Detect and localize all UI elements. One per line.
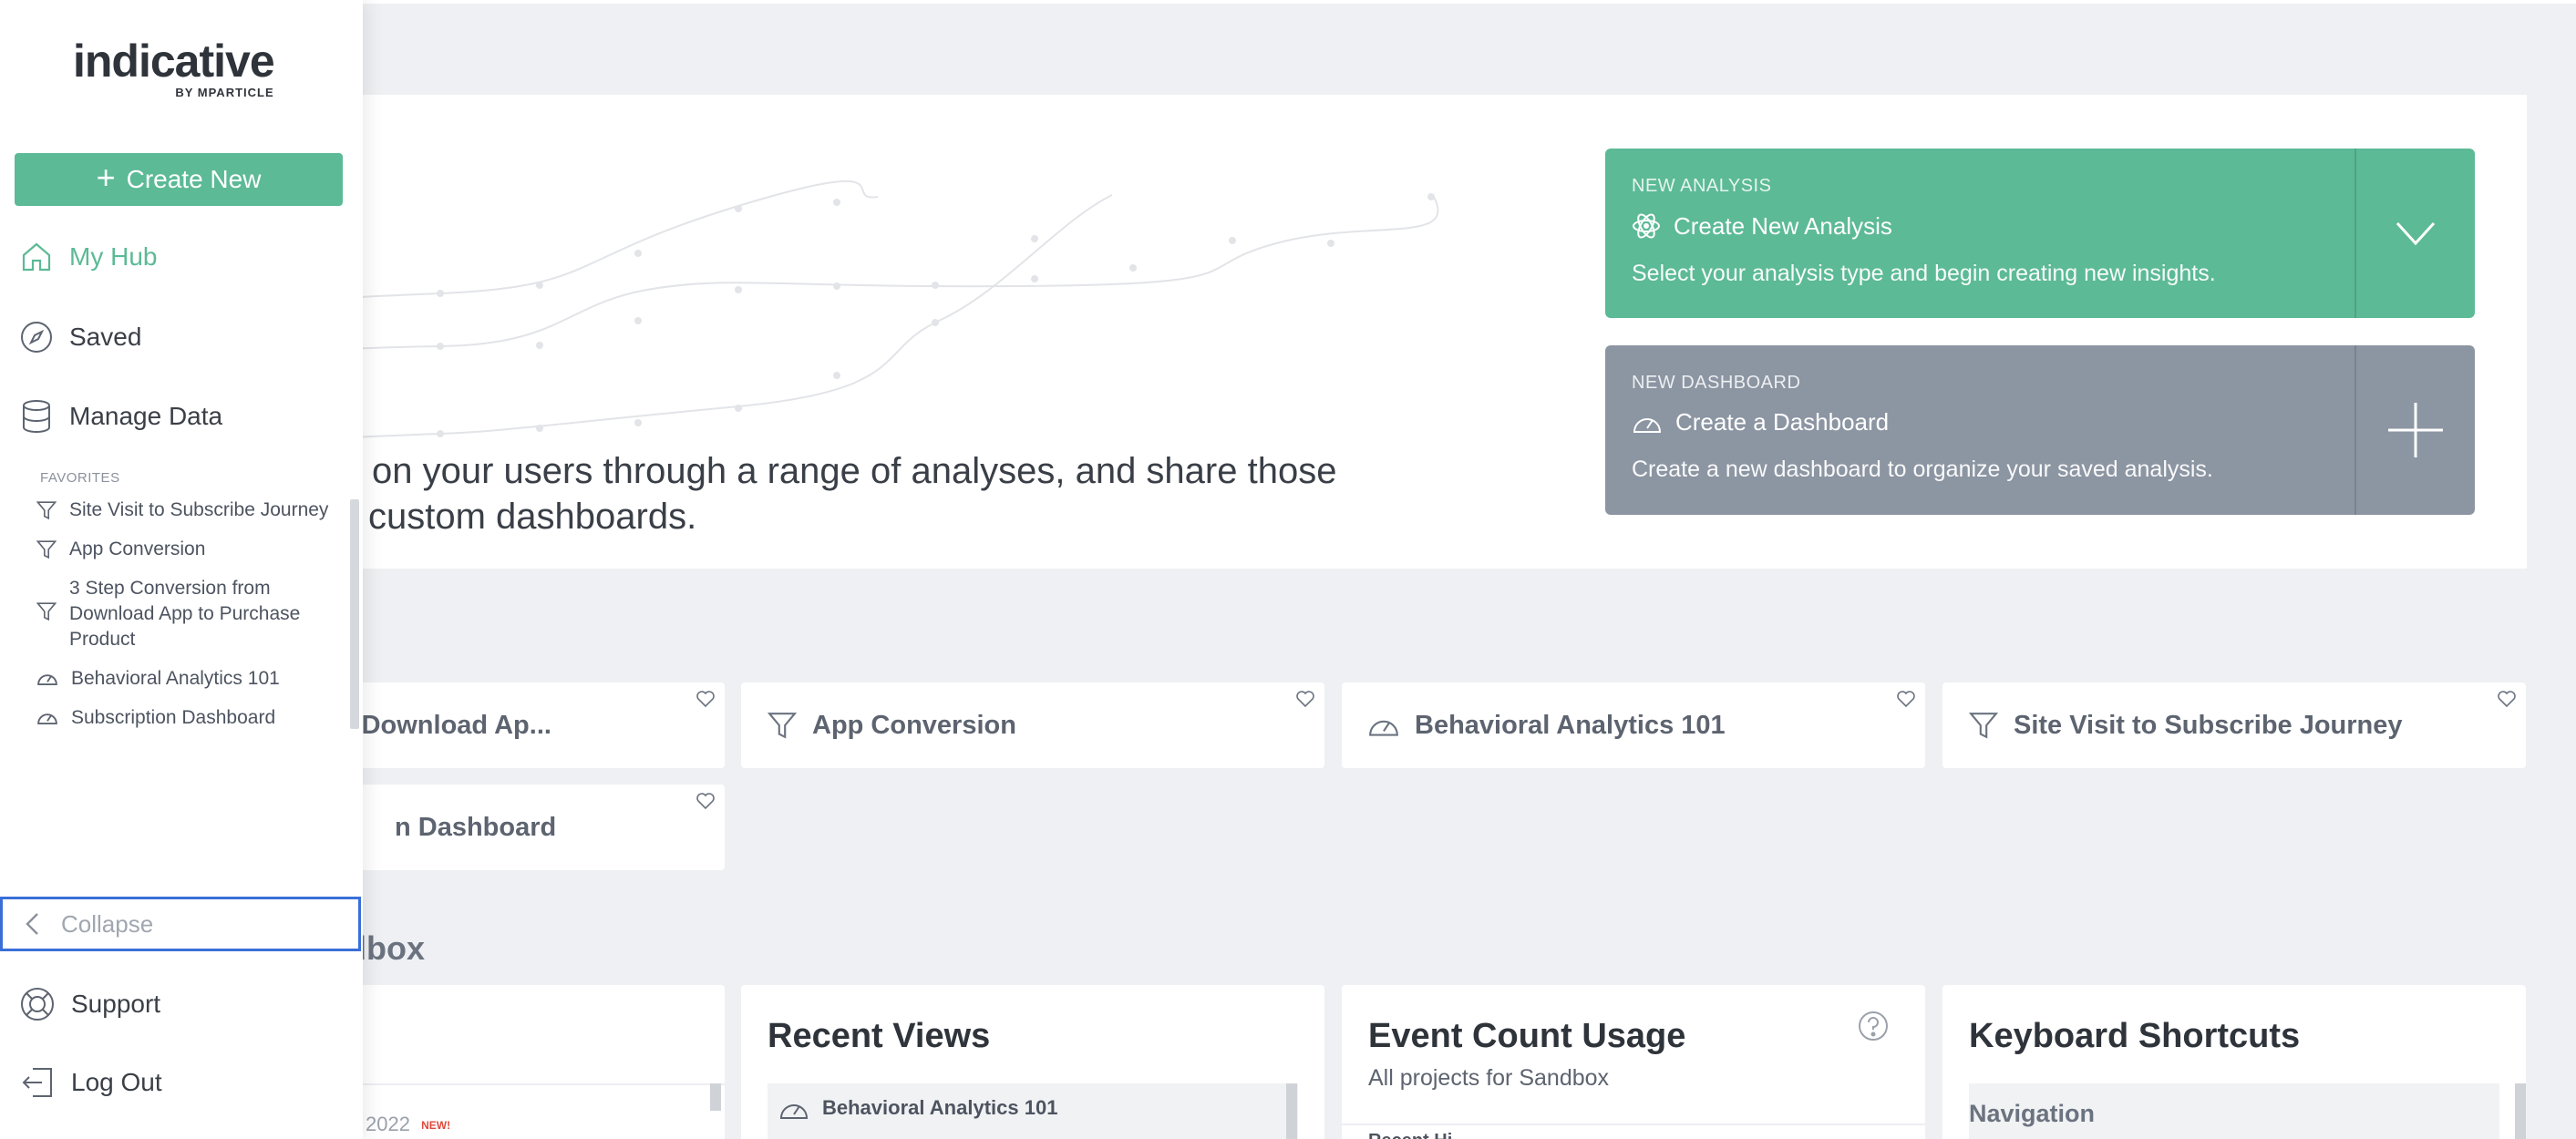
nav-log-out-label: Log Out bbox=[71, 1068, 162, 1096]
plus-icon bbox=[2388, 403, 2443, 457]
heart-icon[interactable] bbox=[2497, 690, 2517, 708]
chevron-left-icon bbox=[26, 913, 38, 935]
nav-my-hub[interactable]: My Hub bbox=[20, 241, 157, 273]
new-analysis-title: Create New Analysis bbox=[1674, 211, 1892, 240]
create-new-label: Create New bbox=[126, 165, 262, 193]
heart-icon[interactable] bbox=[1295, 690, 1315, 708]
atom-icon bbox=[1633, 213, 1660, 239]
new-dashboard-card[interactable]: NEW DASHBOARD Create a Dashboard Create … bbox=[1605, 345, 2475, 515]
recent-views-title: Recent Views bbox=[768, 1017, 991, 1055]
main-content: on your users through a range of analyse… bbox=[0, 0, 2576, 1139]
favorites-list: Site Visit to Subscribe Journey App Conv… bbox=[36, 498, 346, 744]
event-count-next-label: Recent Hi... bbox=[1368, 1131, 1468, 1139]
recent-views-panel: Recent Views Behavioral Analytics 101 bbox=[741, 985, 1324, 1139]
nav-manage-data[interactable]: Manage Data bbox=[20, 399, 222, 434]
favorite-card-label: n Dashboard bbox=[395, 812, 557, 842]
collapse-button[interactable]: Collapse bbox=[0, 897, 361, 951]
new-badge: NEW! bbox=[421, 1119, 451, 1133]
recent-view-item[interactable]: Behavioral Analytics 101 bbox=[768, 1083, 1298, 1139]
favorite-item-label: Subscription Dashboard bbox=[71, 707, 276, 728]
add-dashboard-button[interactable] bbox=[2354, 345, 2475, 515]
shortcuts-group-label: Navigation bbox=[1969, 1100, 2096, 1127]
favorite-card[interactable]: Site Visit to Subscribe Journey bbox=[1942, 682, 2526, 768]
plus-icon: + bbox=[96, 159, 116, 196]
favorite-item-label: 3 Step Conversion from Download App to P… bbox=[69, 578, 301, 650]
favorite-item[interactable]: Subscription Dashboard bbox=[36, 705, 346, 731]
hero-line-2: custom dashboards. bbox=[368, 497, 697, 537]
favorite-card[interactable]: Behavioral Analytics 101 bbox=[1342, 682, 1925, 768]
dashboard-icon bbox=[1369, 720, 1398, 736]
favorite-card[interactable]: App Conversion bbox=[741, 682, 1324, 768]
home-icon bbox=[22, 242, 51, 272]
logo: indicative BY MPARTICLE bbox=[73, 35, 275, 99]
favorite-card-label: Behavioral Analytics 101 bbox=[1415, 710, 1726, 740]
hero-description: on your users through a range of analyse… bbox=[368, 448, 1557, 539]
sidebar: indicative BY MPARTICLE + Create New My … bbox=[0, 0, 363, 1139]
favorite-item-label: Site Visit to Subscribe Journey bbox=[69, 499, 329, 520]
new-analysis-body[interactable]: NEW ANALYSIS Create New Analysis Select … bbox=[1605, 149, 2354, 318]
funnel-icon bbox=[1968, 713, 1999, 739]
favorite-card-label: Site Visit to Subscribe Journey bbox=[2014, 710, 2403, 740]
nav-saved-label: Saved bbox=[69, 323, 142, 351]
partial-date: 2022 bbox=[366, 1113, 410, 1135]
database-icon bbox=[23, 400, 50, 433]
new-analysis-eyebrow: NEW ANALYSIS bbox=[1632, 176, 1772, 196]
shortcuts-scrollbar[interactable] bbox=[2515, 1083, 2526, 1139]
nav-support[interactable]: Support bbox=[20, 987, 160, 1021]
favorite-item[interactable]: 3 Step Conversion from Download App to P… bbox=[36, 576, 346, 652]
lifebuoy-icon bbox=[21, 988, 54, 1021]
recent-views-scrollbar[interactable] bbox=[1286, 1083, 1297, 1139]
chevron-down-icon bbox=[2396, 221, 2436, 246]
recent-view-label: Behavioral Analytics 101 bbox=[822, 1096, 1058, 1119]
nav-manage-data-label: Manage Data bbox=[69, 402, 223, 430]
favorite-item[interactable]: App Conversion bbox=[36, 537, 346, 562]
new-dashboard-eyebrow: NEW DASHBOARD bbox=[1632, 373, 1801, 393]
heart-icon[interactable] bbox=[696, 690, 716, 708]
help-icon[interactable] bbox=[1858, 1011, 1889, 1042]
funnel-icon bbox=[36, 540, 57, 559]
favorite-item[interactable]: Site Visit to Subscribe Journey bbox=[36, 498, 346, 523]
event-count-subtitle: All projects for Sandbox bbox=[1368, 1065, 1610, 1091]
collapse-label: Collapse bbox=[61, 909, 154, 938]
hero-panel: on your users through a range of analyse… bbox=[182, 95, 2527, 569]
keyboard-shortcuts-panel: Keyboard Shortcuts Navigation bbox=[1942, 985, 2526, 1139]
nav-support-label: Support bbox=[71, 990, 161, 1018]
funnel-icon bbox=[767, 713, 798, 739]
favorite-item-label: App Conversion bbox=[69, 539, 206, 559]
favorites-heading: FAVORITES bbox=[40, 470, 120, 486]
dashboard-icon bbox=[1633, 417, 1662, 433]
create-new-button[interactable]: + Create New bbox=[15, 153, 343, 206]
new-dashboard-body[interactable]: NEW DASHBOARD Create a Dashboard Create … bbox=[1605, 345, 2354, 515]
top-strip bbox=[0, 0, 2576, 4]
compass-icon bbox=[21, 322, 52, 353]
nav-log-out[interactable]: Log Out bbox=[20, 1065, 162, 1100]
hero-line-1: on your users through a range of analyse… bbox=[372, 451, 1337, 491]
panel-scrollbar[interactable] bbox=[710, 1083, 721, 1111]
favorite-item[interactable]: Behavioral Analytics 101 bbox=[36, 666, 346, 692]
log-out-icon bbox=[22, 1068, 52, 1097]
new-dashboard-title: Create a Dashboard bbox=[1675, 408, 1890, 436]
heart-icon[interactable] bbox=[696, 792, 716, 810]
funnel-icon bbox=[36, 501, 57, 520]
dashboard-icon bbox=[37, 713, 57, 724]
favorite-card-label: App Conversion bbox=[812, 710, 1016, 740]
funnel-icon bbox=[36, 602, 57, 621]
logo-wordmark: indicative bbox=[73, 36, 275, 87]
dashboard-icon bbox=[37, 674, 57, 685]
new-analysis-description: Select your analysis type and begin crea… bbox=[1632, 261, 2216, 286]
analysis-type-dropdown-button[interactable] bbox=[2354, 149, 2475, 318]
new-analysis-card[interactable]: NEW ANALYSIS Create New Analysis Select … bbox=[1605, 149, 2475, 318]
nav-my-hub-label: My Hub bbox=[69, 242, 158, 271]
logo-byline: BY MPARTICLE bbox=[175, 86, 274, 99]
hero-decorative-lines bbox=[182, 180, 1439, 442]
event-count-panel: Event Count Usage All projects for Sandb… bbox=[1342, 985, 1925, 1139]
nav-saved[interactable]: Saved bbox=[20, 321, 141, 354]
favorite-item-label: Behavioral Analytics 101 bbox=[71, 668, 280, 689]
sidebar-scrollbar[interactable] bbox=[350, 499, 359, 729]
heart-icon[interactable] bbox=[1896, 690, 1916, 708]
event-count-title: Event Count Usage bbox=[1368, 1017, 1686, 1055]
new-dashboard-description: Create a new dashboard to organize your … bbox=[1632, 457, 2213, 482]
dashboard-icon bbox=[779, 1104, 809, 1119]
keyboard-shortcuts-title: Keyboard Shortcuts bbox=[1969, 1017, 2301, 1055]
